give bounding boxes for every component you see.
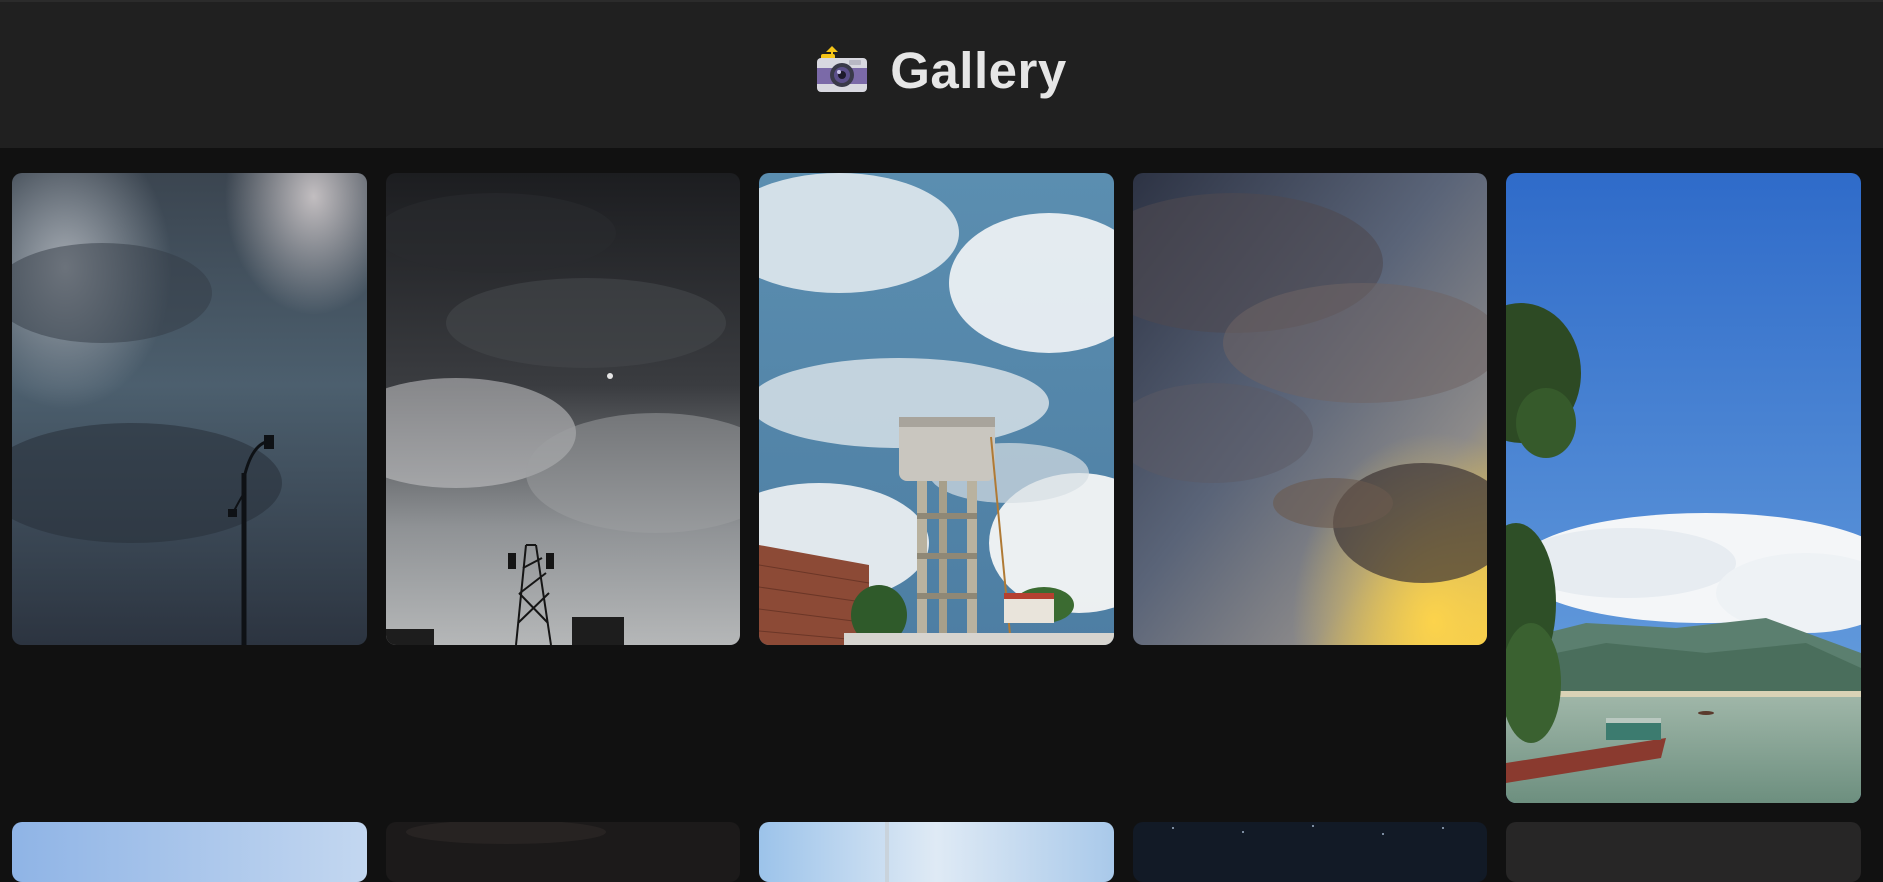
photo-dusk-clouds-sunset[interactable]: [1133, 173, 1487, 645]
photo-stormy-sky-streetlamp[interactable]: [12, 173, 367, 645]
photo-night-clouds-tower[interactable]: [386, 173, 740, 645]
gallery-brand: Gallery: [816, 41, 1066, 100]
photo-dark[interactable]: [386, 822, 740, 882]
camera-with-flash-icon: [817, 46, 868, 92]
photo-dark-grey[interactable]: [1506, 822, 1861, 882]
photo-water-tower-blue-sky[interactable]: [759, 173, 1114, 645]
page-title: Gallery: [890, 41, 1067, 99]
photo-river-boat-mountain[interactable]: [1506, 173, 1861, 803]
photo-light-sky[interactable]: [759, 822, 1114, 882]
photo-grid: [0, 148, 1883, 882]
gallery-header: Gallery: [0, 0, 1883, 148]
photo-blue-sky[interactable]: [12, 822, 367, 882]
photo-starry-night[interactable]: [1133, 822, 1487, 882]
